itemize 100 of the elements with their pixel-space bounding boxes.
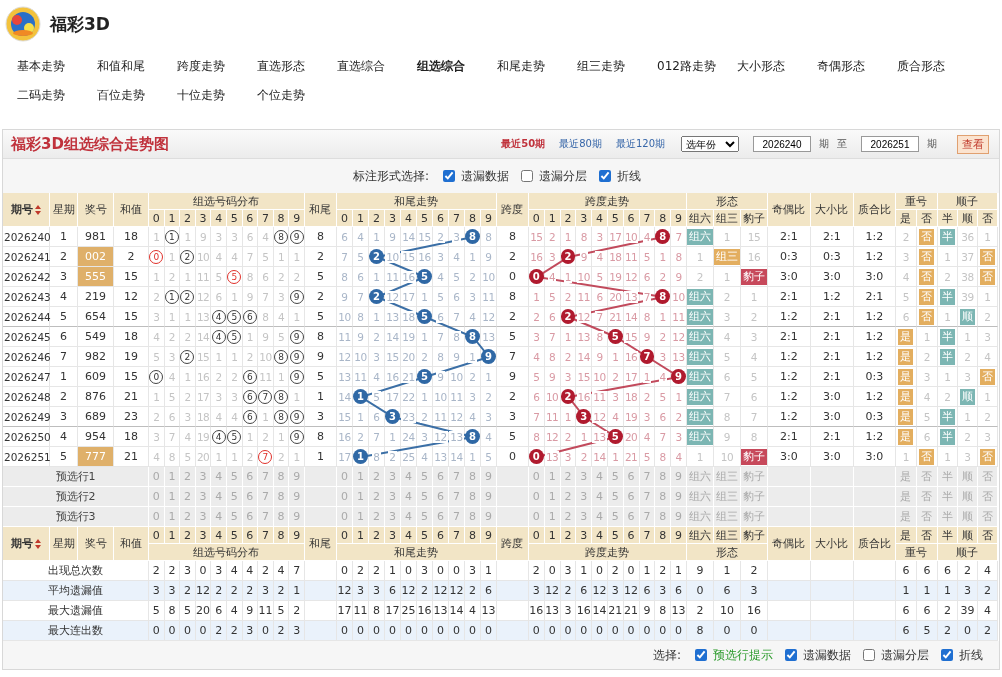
- range-link[interactable]: 最近80期: [559, 137, 602, 151]
- checkbox[interactable]: [695, 649, 707, 661]
- preselect-cell[interactable]: 4: [211, 467, 227, 487]
- nav-link[interactable]: 组选综合: [417, 57, 497, 79]
- preselect-cell[interactable]: 0: [149, 487, 165, 507]
- preselect-cell[interactable]: 0: [149, 467, 165, 487]
- preselect-cell[interactable]: 组六: [686, 467, 714, 487]
- preselect-cell[interactable]: 否: [977, 467, 998, 487]
- preselect-cell[interactable]: 半: [937, 487, 958, 507]
- checkbox[interactable]: [941, 649, 953, 661]
- nav-link[interactable]: 组三走势: [577, 57, 657, 79]
- omission-value: 11: [337, 330, 352, 343]
- preselect-cell[interactable]: 9: [671, 467, 687, 487]
- column-header: 8: [655, 210, 672, 227]
- omission-value: 1: [420, 290, 429, 303]
- omission-value: 4: [902, 270, 909, 283]
- preselect-cell[interactable]: 7: [258, 467, 274, 487]
- nav-link[interactable]: 二码走势: [17, 85, 97, 107]
- column-header: 9: [671, 527, 687, 544]
- preselect-cell[interactable]: 是: [895, 467, 917, 487]
- period-input[interactable]: 2026240: [753, 136, 811, 152]
- trend-ball: 3: [576, 409, 592, 424]
- sort-button[interactable]: 期号: [3, 527, 50, 561]
- column-header: 4: [592, 210, 608, 227]
- omission-value: 8: [579, 230, 588, 243]
- preselect-cell[interactable]: 豹子: [740, 487, 768, 507]
- preselect-cell[interactable]: 4: [592, 467, 608, 487]
- preselect-cell[interactable]: 否: [916, 507, 938, 527]
- preselect-cell[interactable]: 2: [180, 487, 196, 507]
- preselect-cell[interactable]: 9: [289, 467, 305, 487]
- preselect-cell[interactable]: 4: [592, 487, 608, 507]
- nav-link[interactable]: 大小形态: [737, 57, 817, 79]
- preselect-cell[interactable]: 顺: [957, 507, 978, 527]
- omission-value: 13: [592, 430, 607, 443]
- preselect-cell[interactable]: 8: [655, 487, 672, 507]
- preselect-cell[interactable]: 8: [655, 507, 672, 527]
- preselect-cell[interactable]: 是: [895, 507, 917, 527]
- checkbox[interactable]: [599, 170, 611, 182]
- status-tag: 顺: [959, 308, 975, 325]
- preselect-cell[interactable]: 半: [937, 507, 958, 527]
- preselect-cell[interactable]: 4: [211, 507, 227, 527]
- nav-link[interactable]: 基本走势: [17, 57, 97, 79]
- preselect-cell[interactable]: 否: [916, 467, 938, 487]
- preselect-cell[interactable]: 3: [576, 467, 593, 487]
- sort-button[interactable]: 期号: [3, 193, 50, 227]
- period-input[interactable]: 2026251: [861, 136, 919, 152]
- view-button[interactable]: 查看: [957, 134, 989, 154]
- nav-link[interactable]: 和值和尾: [97, 57, 177, 79]
- preselect-cell[interactable]: 4: [211, 487, 227, 507]
- preselect-cell[interactable]: 9: [289, 507, 305, 527]
- table-cell: 2:1: [810, 307, 854, 327]
- year-select[interactable]: 选年份: [681, 136, 739, 152]
- preselect-cell[interactable]: 2: [180, 467, 196, 487]
- nav-link[interactable]: 十位走势: [177, 85, 257, 107]
- omission-value: 2: [277, 450, 285, 463]
- nav-link[interactable]: 奇偶形态: [817, 57, 897, 79]
- preselect-cell[interactable]: 3: [576, 507, 593, 527]
- preselect-cell[interactable]: 否: [977, 487, 998, 507]
- preselect-cell[interactable]: 0: [149, 507, 165, 527]
- nav-link[interactable]: 个位走势: [257, 85, 337, 107]
- preselect-cell[interactable]: 豹子: [740, 467, 768, 487]
- nav-link[interactable]: 百位走势: [97, 85, 177, 107]
- preselect-cell[interactable]: 顺: [957, 487, 978, 507]
- omission-value: 1: [964, 330, 971, 343]
- omission-value: 1: [944, 450, 951, 463]
- preselect-cell[interactable]: 9: [289, 487, 305, 507]
- preselect-cell[interactable]: 顺: [957, 467, 978, 487]
- preselect-cell[interactable]: 豹子: [740, 507, 768, 527]
- preselect-cell[interactable]: 否: [916, 487, 938, 507]
- preselect-cell[interactable]: 是: [895, 487, 917, 507]
- omission-value: 10: [671, 290, 686, 303]
- table-cell: 6: [916, 561, 938, 581]
- preselect-cell[interactable]: 8: [655, 467, 672, 487]
- nav-link[interactable]: 跨度走势: [177, 57, 257, 79]
- nav-link[interactable]: 012路走势: [657, 57, 737, 79]
- checkbox[interactable]: [785, 649, 797, 661]
- checkbox[interactable]: [443, 170, 455, 182]
- preselect-cell[interactable]: 组六: [686, 487, 714, 507]
- preselect-cell[interactable]: 组六: [686, 507, 714, 527]
- omission-value: 4: [674, 450, 683, 463]
- preselect-cell[interactable]: 9: [671, 487, 687, 507]
- preselect-cell[interactable]: 半: [937, 467, 958, 487]
- preselect-cell[interactable]: 3: [576, 487, 593, 507]
- preselect-cell[interactable]: 否: [977, 507, 998, 527]
- checkbox[interactable]: [863, 649, 875, 661]
- preselect-cell[interactable]: 2: [180, 507, 196, 527]
- omission-value: 2: [964, 430, 971, 443]
- range-link[interactable]: 最近50期: [501, 137, 546, 151]
- nav-link[interactable]: 直选综合: [337, 57, 417, 79]
- checkbox[interactable]: [521, 170, 533, 182]
- table-cell: 2: [977, 621, 998, 641]
- range-link[interactable]: 最近120期: [615, 137, 665, 151]
- nav-link[interactable]: 质合形态: [897, 57, 977, 79]
- nav-link[interactable]: 直选形态: [257, 57, 337, 79]
- preselect-cell[interactable]: 7: [258, 507, 274, 527]
- preselect-cell[interactable]: 4: [592, 507, 608, 527]
- nav-link[interactable]: 和尾走势: [497, 57, 577, 79]
- preselect-cell[interactable]: 7: [258, 487, 274, 507]
- omission-value: 8: [548, 350, 557, 363]
- preselect-cell[interactable]: 9: [671, 507, 687, 527]
